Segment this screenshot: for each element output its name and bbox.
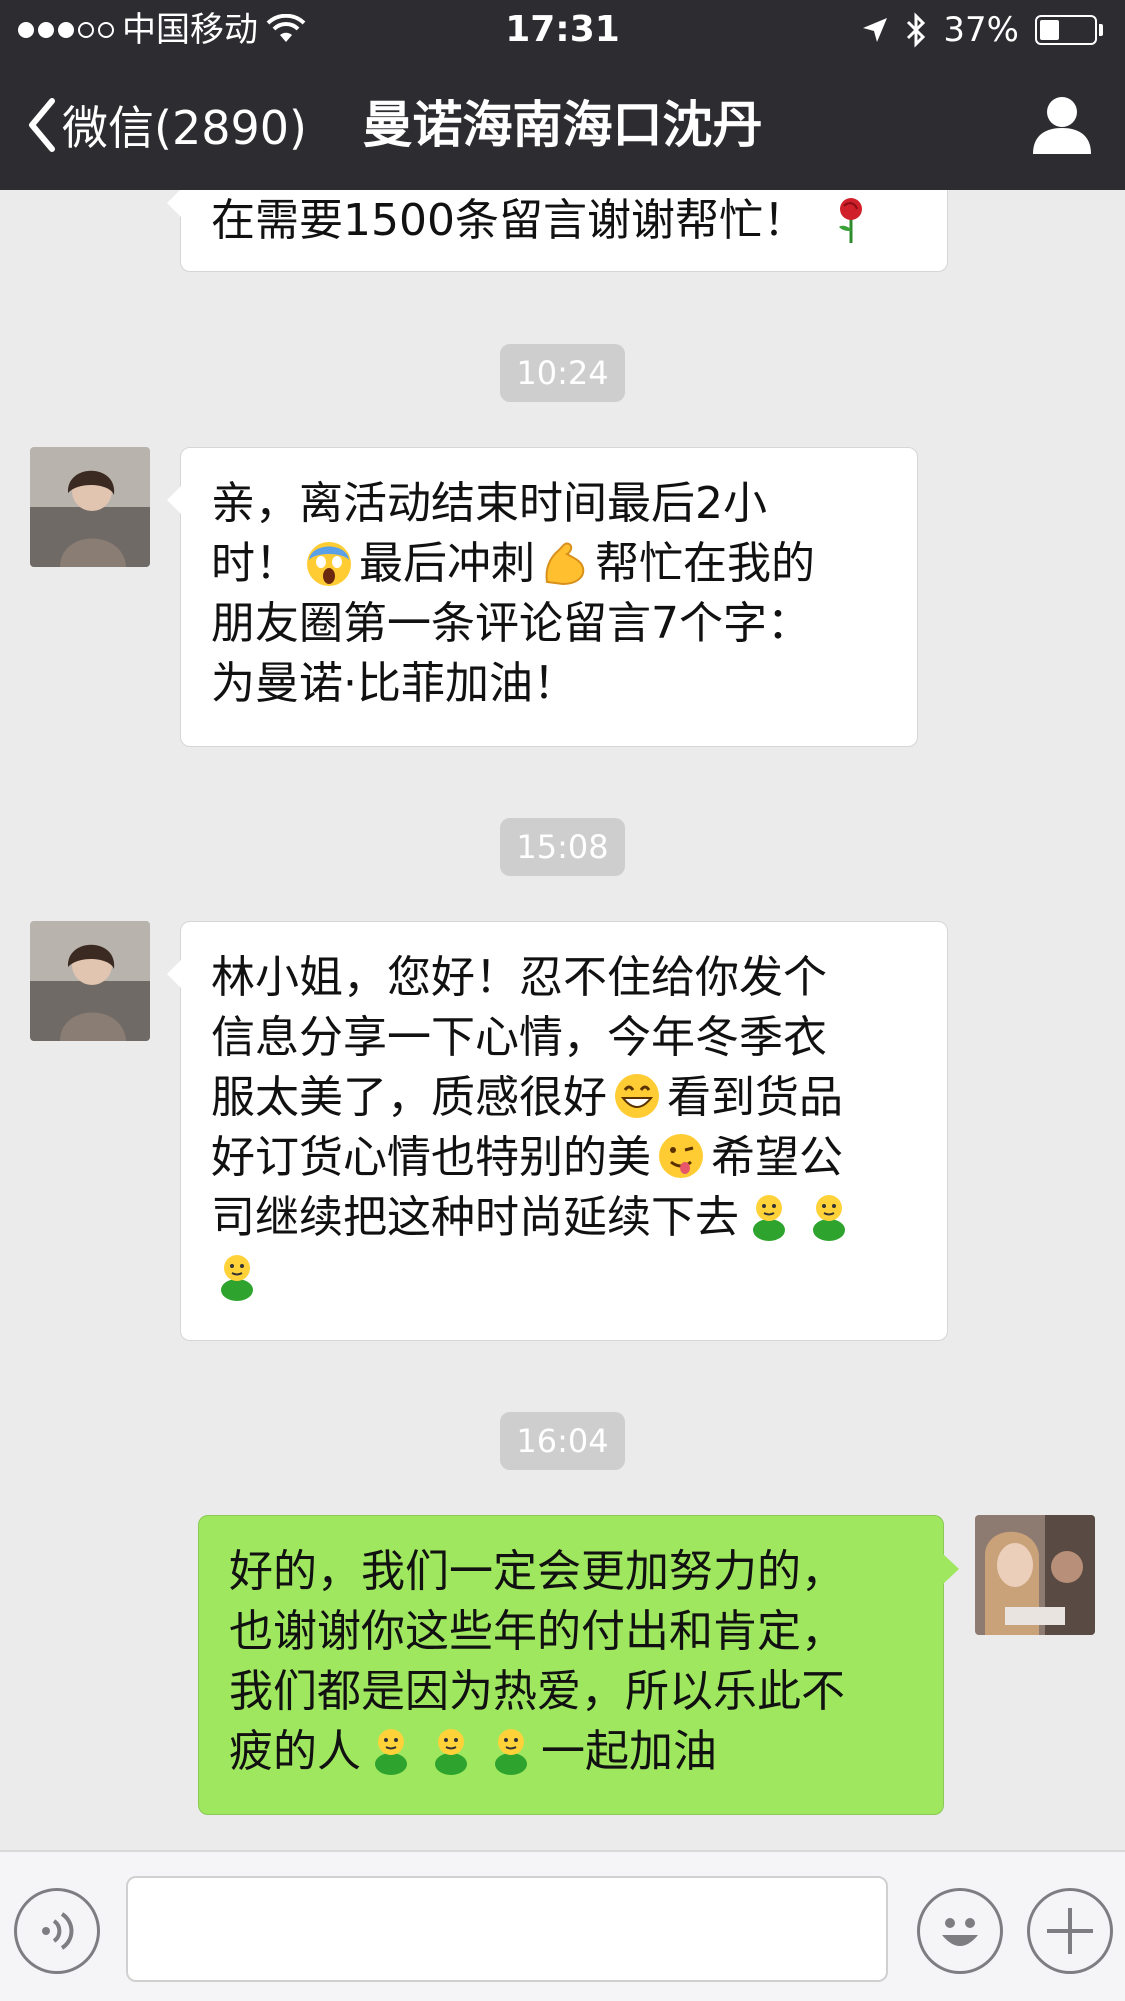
message-line: 服太美了，质感很好 看到货品 [211, 1068, 919, 1128]
message-line: 亲，离活动结束时间最后2小 [211, 478, 767, 529]
green-figure-emoji-icon [813, 1195, 845, 1241]
message-line: 我们都是因为热爱，所以乐此不 [229, 1666, 845, 1717]
message-bubble[interactable]: 好的，我们一定会更加努力的， 也谢谢你这些年的付出和肯定， 我们都是因为热爱，所… [198, 1515, 959, 1815]
message-text: 一起加油 [541, 1726, 717, 1777]
message-text: 司继续把这种时尚延续下去 [211, 1192, 739, 1243]
message-line [211, 1248, 919, 1308]
battery-percent: 37% [943, 10, 1019, 50]
status-bar: 中国移动 17:31 37% [0, 0, 1125, 60]
battery-icon [1035, 15, 1103, 45]
nav-bar: 微信(2890) 曼诺海南海口沈丹 [0, 60, 1125, 190]
avatar-image [975, 1515, 1095, 1635]
chevron-left-icon [29, 98, 55, 152]
timestamp-label: 15:08 [500, 818, 625, 876]
battery-level-fill [1040, 20, 1060, 40]
message-line: 司继续把这种时尚延续下去 [211, 1188, 919, 1248]
my-avatar[interactable] [975, 1515, 1095, 1635]
bluetooth-icon [907, 12, 926, 48]
timestamp-label: 16:04 [500, 1412, 625, 1470]
message-line: 好的，我们一定会更加努力的， [229, 1546, 845, 1597]
winking-tongue-emoji-icon [659, 1134, 703, 1178]
status-right: 37% [861, 0, 1103, 60]
location-arrow-icon [863, 18, 888, 42]
message-text: 好订货心情也特别的美 [211, 1132, 651, 1183]
back-button[interactable]: 微信(2890) [26, 60, 307, 190]
back-button-label: 微信(2890) [62, 101, 307, 155]
message-text: 看到货品 [667, 1072, 843, 1123]
message-bubble[interactable]: 在需要1500条留言谢谢帮忙！ [167, 190, 948, 272]
message-bubble[interactable]: 林小姐，您好！忍不住给你发个 信息分享一下心情，今年冬季衣 服太美了，质感很好 … [167, 921, 948, 1341]
message-line: 也谢谢你这些年的付出和肯定， [229, 1606, 845, 1657]
voice-icon [42, 1912, 74, 1950]
message-line: 疲的人 一起加油 [229, 1722, 915, 1782]
message-text: 最后冲刺 [359, 538, 535, 589]
contact-profile-icon[interactable] [1029, 92, 1095, 158]
message-text: 服太美了，质感很好 [211, 1072, 607, 1123]
message-line: 林小姐，您好！忍不住给你发个 [211, 952, 827, 1003]
message-bubble[interactable]: 亲，离活动结束时间最后2小 时！ 最后冲刺 帮忙在我的 朋友圈第一条评论留言7个… [167, 447, 918, 747]
emoji-button[interactable] [917, 1888, 1003, 1974]
message-list[interactable]: 在需要1500条留言谢谢帮忙！ 10:24 亲，离活动结束时间最后2小 时！ 最… [0, 190, 1125, 1850]
timestamp-label: 10:24 [500, 344, 625, 402]
timestamp: 16:04 [0, 1412, 1125, 1470]
rose-emoji-icon [838, 198, 862, 243]
message-line: 信息分享一下心情，今年冬季衣 [211, 1012, 827, 1063]
sender-avatar[interactable] [30, 921, 150, 1041]
green-figure-emoji-icon [435, 1729, 467, 1775]
timestamp: 15:08 [0, 818, 1125, 876]
message-line: 朋友圈第一条评论留言7个字： [211, 598, 811, 649]
smiley-icon [942, 1918, 978, 1946]
message-input[interactable] [126, 1876, 888, 1982]
flexed-biceps-emoji-icon [545, 542, 585, 586]
message-line: 好订货心情也特别的美 希望公 [211, 1128, 919, 1188]
green-figure-emoji-icon [753, 1195, 785, 1241]
more-actions-button[interactable] [1027, 1888, 1113, 1974]
green-figure-emoji-icon [375, 1729, 407, 1775]
message-line: 时！ 最后冲刺 帮忙在我的 [211, 534, 889, 594]
sender-avatar[interactable] [30, 447, 150, 567]
avatar-image [30, 921, 150, 1041]
grinning-emoji-icon [615, 1074, 659, 1118]
message-text: 疲的人 [229, 1726, 361, 1777]
green-figure-emoji-icon [221, 1255, 253, 1301]
message-text: 帮忙在我的 [595, 538, 815, 589]
timestamp: 10:24 [0, 344, 1125, 402]
message-text: 时！ [211, 538, 299, 589]
avatar-image [30, 447, 150, 567]
scream-emoji-icon [307, 542, 351, 586]
plus-icon [1047, 1908, 1093, 1954]
top-bar: 中国移动 17:31 37% 微信(2890) 曼诺海南海口沈丹 [0, 0, 1125, 190]
message-line: 为曼诺·比菲加油！ [211, 658, 577, 709]
message-text: 在需要1500条留言谢谢帮忙！ [211, 195, 807, 246]
message-text: 希望公 [711, 1132, 843, 1183]
input-bar [0, 1850, 1125, 2001]
green-figure-emoji-icon [495, 1729, 527, 1775]
voice-input-button[interactable] [14, 1888, 100, 1974]
